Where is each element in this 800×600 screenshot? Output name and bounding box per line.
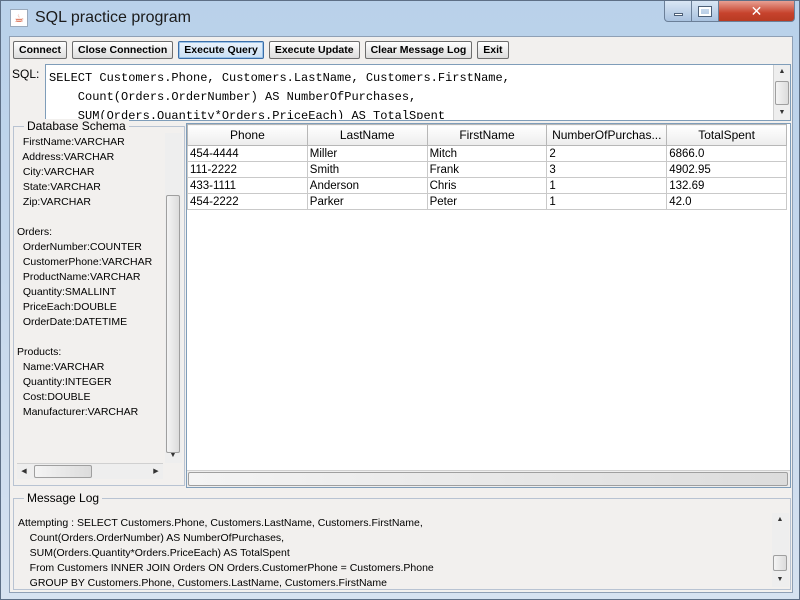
java-cup-icon[interactable]: ☕ xyxy=(10,9,28,27)
schema-line xyxy=(17,330,164,345)
schema-line: Products: xyxy=(17,346,62,358)
log-line: GROUP BY Customers.Phone, Customers.Last… xyxy=(18,577,387,588)
results-table[interactable]: Phone LastName FirstName NumberOfPurchas… xyxy=(187,124,787,210)
table-cell[interactable]: Smith xyxy=(306,161,428,178)
scroll-right-icon[interactable]: ▶ xyxy=(149,465,163,479)
table-cell[interactable]: 454-2222 xyxy=(187,193,308,210)
results-horizontal-scrollbar[interactable] xyxy=(187,470,790,487)
table-cell[interactable]: Parker xyxy=(306,193,428,210)
table-cell[interactable]: Frank xyxy=(426,161,548,178)
sql-scrollbar[interactable]: ▲ ▼ xyxy=(773,65,790,120)
log-line: From Customers INNER JOIN Orders ON Orde… xyxy=(18,562,434,574)
scroll-down-icon[interactable]: ▼ xyxy=(165,449,181,463)
log-line: Attempting : SELECT Customers.Phone, Cus… xyxy=(18,517,423,529)
scroll-down-icon[interactable]: ▼ xyxy=(774,106,790,120)
table-cell[interactable]: 1 xyxy=(546,177,668,194)
table-cell[interactable]: 3 xyxy=(546,161,668,178)
execute-query-button[interactable]: Execute Query xyxy=(178,41,264,59)
client-area: Connect Close Connection Execute Query E… xyxy=(9,36,793,593)
sql-label: SQL: xyxy=(12,67,40,81)
table-cell[interactable]: 6866.0 xyxy=(666,145,787,162)
database-schema-panel: Database Schema FirstName:VARCHAR Addres… xyxy=(13,119,185,486)
table-cell[interactable]: 111-2222 xyxy=(187,161,308,178)
schema-line: ProductName:VARCHAR xyxy=(17,271,141,283)
message-log-panel: Message Log Attempting : SELECT Customer… xyxy=(13,491,791,590)
close-window-button[interactable]: ✕ xyxy=(718,1,795,22)
column-header-phone[interactable]: Phone xyxy=(187,124,308,146)
scroll-up-icon[interactable]: ▲ xyxy=(772,513,788,527)
sql-editor[interactable]: SELECT Customers.Phone, Customers.LastNa… xyxy=(45,64,791,121)
toolbar: Connect Close Connection Execute Query E… xyxy=(13,41,509,59)
schema-line: CustomerPhone:VARCHAR xyxy=(17,256,153,268)
column-header-numberofpurchases[interactable]: NumberOfPurchas... xyxy=(546,124,668,146)
schema-title: Database Schema xyxy=(24,119,129,133)
window-title: SQL practice program xyxy=(35,9,191,26)
schema-vertical-scrollbar[interactable]: ▼ xyxy=(165,133,182,463)
execute-update-button[interactable]: Execute Update xyxy=(268,41,360,59)
message-log-text[interactable]: Attempting : SELECT Customers.Phone, Cus… xyxy=(18,516,766,588)
maximize-icon xyxy=(698,5,712,17)
schema-line: Zip:VARCHAR xyxy=(17,196,91,208)
column-header-firstname[interactable]: FirstName xyxy=(426,124,548,146)
table-cell[interactable]: Anderson xyxy=(306,177,428,194)
schema-horizontal-scrollbar[interactable]: ◀ ▶ xyxy=(17,463,163,479)
schema-line: Quantity:INTEGER xyxy=(17,376,112,388)
app-window: ☕ SQL practice program ✕ Connect Close C… xyxy=(0,0,800,600)
log-line: SUM(Orders.Quantity*Orders.PriceEach) AS… xyxy=(18,547,290,559)
table-cell[interactable]: 42.0 xyxy=(666,193,787,210)
sql-text[interactable]: SELECT Customers.Phone, Customers.LastNa… xyxy=(49,69,769,119)
table-cell[interactable]: 1 xyxy=(546,193,668,210)
table-cell[interactable]: Mitch xyxy=(426,145,548,162)
message-log-scrollbar[interactable]: ▲ ▼ xyxy=(772,513,789,587)
message-log-title: Message Log xyxy=(24,491,103,505)
table-row[interactable]: 454-2222 Parker Peter 1 42.0 xyxy=(187,193,787,210)
sql-scroll-thumb[interactable] xyxy=(775,81,789,105)
log-line: Count(Orders.OrderNumber) AS NumberOfPur… xyxy=(18,532,285,544)
table-cell[interactable]: 4902.95 xyxy=(666,161,787,178)
schema-line: OrderNumber:COUNTER xyxy=(17,241,142,253)
exit-button[interactable]: Exit xyxy=(477,41,509,59)
schema-line: Name:VARCHAR xyxy=(17,361,105,373)
minimize-icon xyxy=(673,12,683,16)
schema-line xyxy=(17,210,164,225)
close-icon: ✕ xyxy=(750,2,763,19)
schema-line: Quantity:SMALLINT xyxy=(17,286,117,298)
table-cell[interactable]: 433-1111 xyxy=(187,177,308,194)
table-row[interactable]: 433-1111 Anderson Chris 1 132.69 xyxy=(187,177,787,194)
schema-line: State:VARCHAR xyxy=(17,181,101,193)
results-hscroll-thumb[interactable] xyxy=(188,472,788,486)
schema-line: FirstName:VARCHAR xyxy=(17,136,125,148)
table-row[interactable]: 454-4444 Miller Mitch 2 6866.0 xyxy=(187,145,787,162)
scroll-up-icon[interactable]: ▲ xyxy=(774,65,790,79)
table-cell[interactable]: Miller xyxy=(306,145,428,162)
minimize-button[interactable] xyxy=(664,1,692,22)
schema-line: OrderDate:DATETIME xyxy=(17,316,128,328)
table-cell[interactable]: Chris xyxy=(426,177,548,194)
column-header-totalspent[interactable]: TotalSpent xyxy=(666,124,787,146)
close-connection-button[interactable]: Close Connection xyxy=(72,41,174,59)
message-log-scroll-thumb[interactable] xyxy=(773,555,787,571)
schema-line: Address:VARCHAR xyxy=(17,151,115,163)
table-row[interactable]: 111-2222 Smith Frank 3 4902.95 xyxy=(187,161,787,178)
schema-line: PriceEach:DOUBLE xyxy=(17,301,117,313)
table-cell[interactable]: 2 xyxy=(546,145,668,162)
clear-message-log-button[interactable]: Clear Message Log xyxy=(364,41,473,59)
table-cell[interactable]: Peter xyxy=(426,193,548,210)
schema-hscroll-thumb[interactable] xyxy=(34,465,92,478)
schema-list[interactable]: FirstName:VARCHAR Address:VARCHAR City:V… xyxy=(17,135,164,461)
maximize-button[interactable] xyxy=(691,1,719,22)
table-cell[interactable]: 132.69 xyxy=(666,177,787,194)
scroll-down-icon[interactable]: ▼ xyxy=(772,573,788,587)
table-cell[interactable]: 454-4444 xyxy=(187,145,308,162)
column-header-lastname[interactable]: LastName xyxy=(306,124,428,146)
schema-scroll-thumb[interactable] xyxy=(166,195,180,453)
schema-line: City:VARCHAR xyxy=(17,166,95,178)
schema-line: Orders: xyxy=(17,226,53,238)
schema-line: Manufacturer:VARCHAR xyxy=(17,406,139,418)
connect-button[interactable]: Connect xyxy=(13,41,67,59)
results-table-panel: Phone LastName FirstName NumberOfPurchas… xyxy=(186,123,791,488)
schema-line: Cost:DOUBLE xyxy=(17,391,91,403)
scroll-left-icon[interactable]: ◀ xyxy=(17,465,31,479)
